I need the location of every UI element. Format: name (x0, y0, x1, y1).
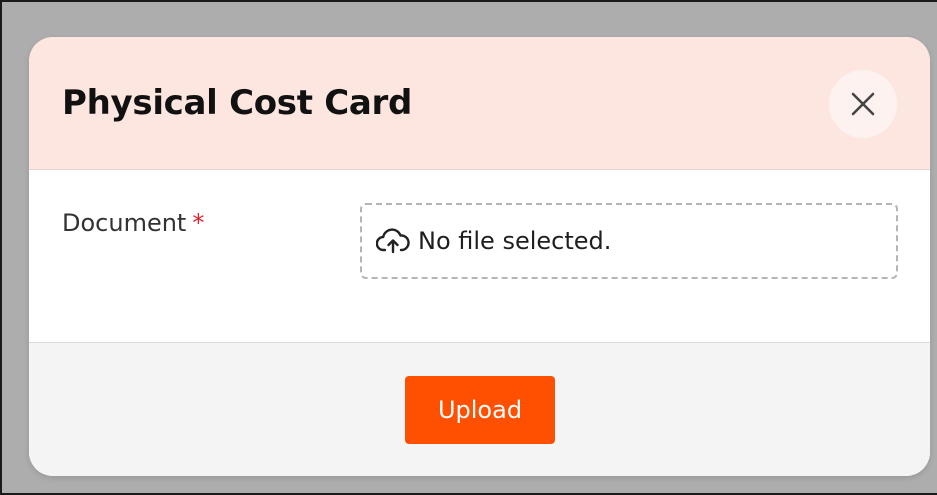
upload-button[interactable]: Upload (405, 376, 555, 444)
file-status-text: No file selected. (418, 227, 612, 255)
required-marker: * (192, 209, 205, 237)
dialog-footer: Upload (29, 342, 930, 476)
document-label-text: Document (62, 209, 187, 237)
dialog-title: Physical Cost Card (62, 83, 413, 123)
close-button[interactable] (829, 70, 897, 138)
dialog-header: Physical Cost Card (29, 37, 930, 170)
document-file-input[interactable]: No file selected. (360, 203, 898, 279)
physical-cost-card-dialog: Physical Cost Card Document * No file sel… (29, 37, 930, 476)
cloud-upload-icon (376, 228, 410, 254)
dialog-body: Document * No file selected. (29, 171, 930, 342)
close-icon (851, 92, 875, 116)
document-field-label: Document * (62, 207, 204, 239)
